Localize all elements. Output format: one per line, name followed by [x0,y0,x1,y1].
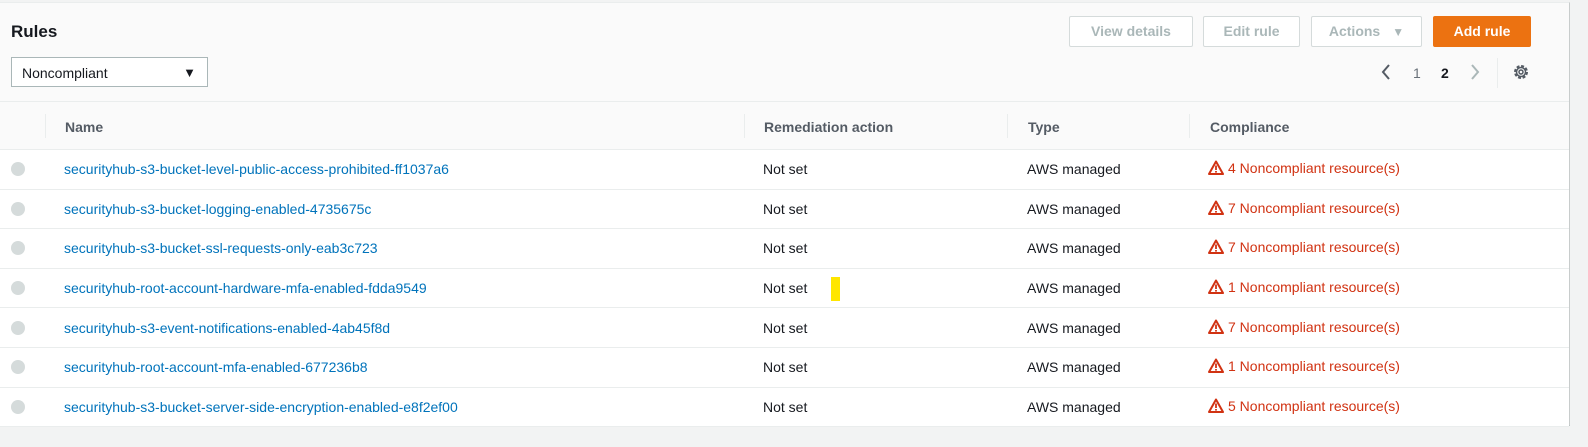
rule-name-link[interactable]: securityhub-root-account-hardware-mfa-en… [64,280,427,296]
actions-label: Actions [1328,23,1381,39]
remediation-action: Not set [763,359,808,376]
compliance-status: 1 Noncompliant resource(s) [1208,358,1400,376]
edit-rule-button[interactable]: Edit rule [1203,16,1300,47]
row-select-radio[interactable] [11,281,25,296]
warning-icon [1208,319,1224,337]
remediation-action: Not set [763,398,808,415]
caret-down-icon: ▼ [183,65,196,80]
divider [1497,58,1498,88]
row-select-radio[interactable] [11,241,25,256]
compliance-status: 7 Noncompliant resource(s) [1208,200,1400,218]
remediation-action: Not set [763,240,808,257]
column-header-name[interactable]: Name [65,119,103,135]
table-header: Name Remediation action Type Compliance [0,101,1569,150]
table-row[interactable]: securityhub-root-account-mfa-enabled-677… [0,347,1569,388]
compliance-text: 7 Noncompliant resource(s) [1228,199,1400,216]
warning-icon [1208,279,1224,297]
warning-icon [1208,200,1224,218]
rule-name-link[interactable]: securityhub-s3-event-notifications-enabl… [64,320,390,336]
table-row[interactable]: securityhub-s3-bucket-logging-enabled-47… [0,189,1569,230]
column-divider [1007,114,1008,138]
table-row[interactable]: securityhub-s3-bucket-server-side-encryp… [0,387,1569,428]
compliance-status: 7 Noncompliant resource(s) [1208,239,1400,257]
table-row[interactable]: securityhub-s3-bucket-level-public-acces… [0,150,1569,190]
column-divider [1189,114,1190,138]
column-header-remediation[interactable]: Remediation action [764,119,893,135]
rule-type: AWS managed [1027,161,1121,178]
filter-value: Noncompliant [22,65,108,81]
rule-type: AWS managed [1027,319,1121,336]
rule-name-link[interactable]: securityhub-s3-bucket-server-side-encryp… [64,399,458,415]
row-select-radio[interactable] [11,320,25,335]
compliance-text: 1 Noncompliant resource(s) [1228,358,1400,375]
row-select-radio[interactable] [11,360,25,375]
remediation-action: Not set [763,280,808,297]
table-row[interactable]: securityhub-s3-bucket-ssl-requests-only-… [0,229,1569,269]
rules-table: Name Remediation action Type Compliance … [0,101,1569,428]
compliance-text: 7 Noncompliant resource(s) [1228,318,1400,335]
compliance-text: 7 Noncompliant resource(s) [1228,239,1400,256]
next-page-button[interactable] [1469,63,1481,84]
previous-page-button[interactable] [1380,63,1392,84]
row-select-radio[interactable] [11,162,25,177]
compliance-status: 5 Noncompliant resource(s) [1208,398,1400,416]
table-row[interactable]: securityhub-root-account-hardware-mfa-en… [0,268,1569,309]
settings-gear-icon[interactable] [1512,63,1530,84]
caret-down-icon: ▼ [1392,25,1405,39]
warning-icon [1208,239,1224,257]
compliance-text: 5 Noncompliant resource(s) [1228,397,1400,414]
column-divider [45,114,46,138]
highlight-marker [831,277,840,301]
compliance-status: 7 Noncompliant resource(s) [1208,319,1400,337]
compliance-status: 4 Noncompliant resource(s) [1208,160,1400,178]
column-divider [744,114,745,138]
rule-type: AWS managed [1027,240,1121,257]
rule-type: AWS managed [1027,359,1121,376]
row-select-radio[interactable] [11,201,25,216]
table-row[interactable]: securityhub-s3-event-notifications-enabl… [0,308,1569,348]
compliance-status: 1 Noncompliant resource(s) [1208,279,1400,297]
rule-name-link[interactable]: securityhub-s3-bucket-ssl-requests-only-… [64,240,378,256]
remediation-action: Not set [763,161,808,178]
page-2-button[interactable]: 2 [1441,65,1449,81]
rule-name-link[interactable]: securityhub-root-account-mfa-enabled-677… [64,359,368,375]
compliance-text: 1 Noncompliant resource(s) [1228,279,1400,296]
column-header-compliance[interactable]: Compliance [1210,119,1289,135]
add-rule-button[interactable]: Add rule [1433,16,1531,47]
rule-name-link[interactable]: securityhub-s3-bucket-logging-enabled-47… [64,201,371,217]
remediation-action: Not set [763,200,808,217]
view-details-button[interactable]: View details [1069,16,1193,47]
rule-type: AWS managed [1027,398,1121,415]
rule-name-link[interactable]: securityhub-s3-bucket-level-public-acces… [64,161,449,177]
page-title: Rules [11,22,58,41]
rules-panel: Rules Noncompliant ▼ View details Edit r… [0,2,1570,428]
warning-icon [1208,160,1224,178]
actions-button[interactable]: Actions ▼ [1311,16,1422,47]
rule-type: AWS managed [1027,200,1121,217]
warning-icon [1208,398,1224,416]
warning-icon [1208,358,1224,376]
rule-type: AWS managed [1027,280,1121,297]
column-header-type[interactable]: Type [1028,119,1060,135]
row-select-radio[interactable] [11,399,25,414]
compliance-filter-select[interactable]: Noncompliant ▼ [11,57,208,87]
remediation-action: Not set [763,319,808,336]
page-1-button[interactable]: 1 [1413,65,1421,81]
compliance-text: 4 Noncompliant resource(s) [1228,160,1400,177]
